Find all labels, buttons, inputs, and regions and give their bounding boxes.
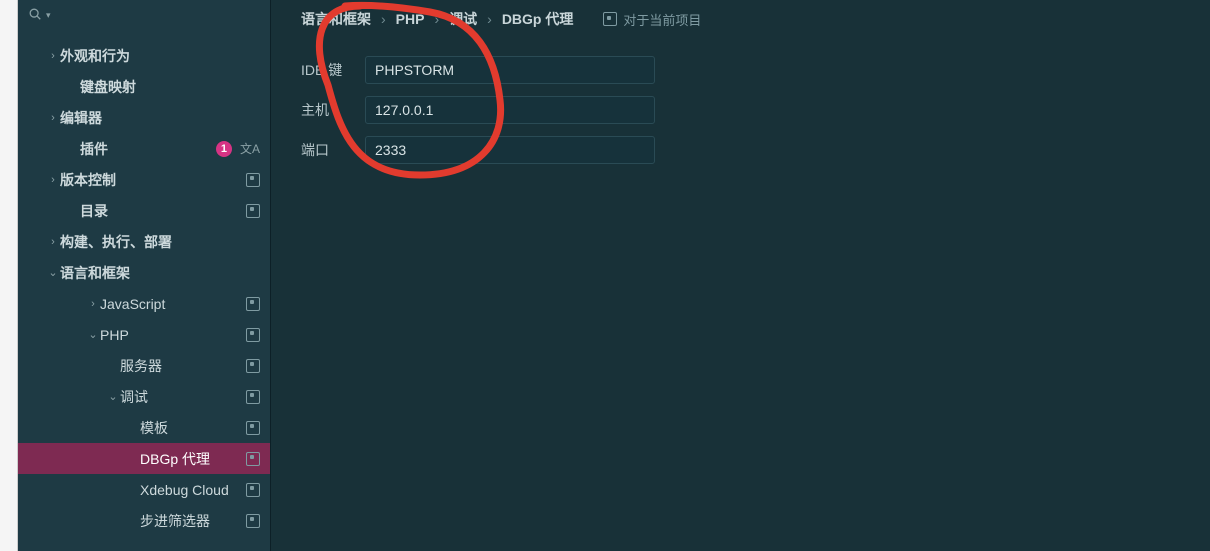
sidebar-item-label: 模板 — [140, 418, 246, 438]
project-scope-icon — [246, 514, 260, 528]
row-trailing-icons — [246, 421, 270, 435]
chevron-down-icon: ⌄ — [86, 328, 100, 341]
sidebar-item-label: 语言和框架 — [60, 263, 260, 283]
sidebar-item-label: 编辑器 — [60, 108, 260, 128]
row-trailing-icons — [246, 173, 270, 187]
chevron-down-icon: ⌄ — [106, 390, 120, 403]
sidebar-item[interactable]: ⌄语言和框架 — [18, 257, 270, 288]
sidebar-item[interactable]: ›编辑器 — [18, 102, 270, 133]
sidebar-item[interactable]: 插件1 文A — [18, 133, 270, 164]
row-trailing-icons — [246, 359, 270, 373]
dbgp-proxy-form: IDE 键 主机 端口 — [271, 38, 1210, 182]
row-trailing-icons — [246, 390, 270, 404]
sidebar-item[interactable]: 模板 — [18, 412, 270, 443]
sidebar-item-label: DBGp 代理 — [140, 449, 246, 469]
sidebar-item[interactable]: ›JavaScript — [18, 288, 270, 319]
sidebar-item-label: 版本控制 — [60, 170, 246, 190]
row-trailing-icons — [246, 328, 270, 342]
breadcrumb-crumb[interactable]: 调试 — [449, 9, 477, 29]
sidebar-item[interactable]: 目录 — [18, 195, 270, 226]
chevron-down-icon: ⌄ — [46, 266, 60, 279]
chevron-right-icon: › — [46, 174, 60, 186]
sidebar-item[interactable]: 服务器 — [18, 350, 270, 381]
row-trailing-icons: 1 文A — [216, 140, 270, 157]
sidebar-item-label: Xdebug Cloud — [140, 482, 246, 498]
sidebar-item-label: 构建、执行、部署 — [60, 232, 260, 252]
sidebar-item-label: JavaScript — [100, 296, 246, 312]
update-badge: 1 — [216, 141, 232, 157]
sidebar-item-label: 键盘映射 — [80, 77, 260, 97]
row-trailing-icons — [246, 204, 270, 218]
row-trailing-icons — [246, 483, 270, 497]
project-scope-icon — [603, 12, 617, 26]
project-scope-icon — [246, 173, 260, 187]
project-scope-icon — [246, 390, 260, 404]
scope-indicator: 对于当前项目 — [603, 10, 701, 29]
project-scope-icon — [246, 328, 260, 342]
sidebar-item[interactable]: ›构建、执行、部署 — [18, 226, 270, 257]
sidebar-item[interactable]: ⌄PHP — [18, 319, 270, 350]
sidebar-item[interactable]: Xdebug Cloud — [18, 474, 270, 505]
sidebar-item-label: 调试 — [120, 387, 246, 407]
host-label: 主机 — [301, 100, 365, 120]
sidebar-item[interactable]: 步进筛选器 — [18, 505, 270, 536]
row-trailing-icons — [246, 452, 270, 466]
chevron-right-icon: › — [86, 298, 100, 310]
sidebar-item-label: PHP — [100, 327, 246, 343]
sidebar-item-label: 目录 — [80, 201, 246, 221]
search-icon — [28, 7, 42, 24]
breadcrumb: 语言和框架 › PHP › 调试 › DBGp 代理 对于当前项目 — [271, 0, 1210, 38]
scope-label: 对于当前项目 — [623, 10, 701, 29]
project-scope-icon — [246, 297, 260, 311]
project-scope-icon — [246, 421, 260, 435]
row-trailing-icons — [246, 514, 270, 528]
project-scope-icon — [246, 204, 260, 218]
chevron-right-icon: › — [46, 50, 60, 62]
caret-down-icon: ▾ — [46, 10, 51, 21]
project-scope-icon — [246, 452, 260, 466]
row-trailing-icons — [246, 297, 270, 311]
chevron-right-icon: › — [434, 11, 439, 27]
host-input[interactable] — [365, 96, 655, 124]
sidebar-item[interactable]: 键盘映射 — [18, 71, 270, 102]
sidebar-item[interactable]: ⌄调试 — [18, 381, 270, 412]
port-label: 端口 — [301, 140, 365, 160]
port-input[interactable] — [365, 136, 655, 164]
project-scope-icon — [246, 483, 260, 497]
chevron-right-icon: › — [381, 11, 386, 27]
settings-tree: ›外观和行为键盘映射›编辑器插件1文A›版本控制目录›构建、执行、部署⌄语言和框… — [18, 30, 270, 551]
chevron-right-icon: › — [46, 236, 60, 248]
ide-key-input[interactable] — [365, 56, 655, 84]
sidebar-item-label: 服务器 — [120, 356, 246, 376]
editor-gutter — [0, 0, 18, 551]
breadcrumb-crumb[interactable]: DBGp 代理 — [502, 9, 574, 29]
sidebar-item-label: 插件 — [80, 139, 216, 159]
sidebar-item[interactable]: ›外观和行为 — [18, 40, 270, 71]
translate-icon: 文A — [240, 140, 260, 157]
sidebar-item[interactable]: ›版本控制 — [18, 164, 270, 195]
chevron-right-icon: › — [46, 112, 60, 124]
sidebar-item[interactable]: DBGp 代理 — [18, 443, 270, 474]
chevron-right-icon: › — [487, 11, 492, 27]
sidebar-search[interactable]: ▾ — [18, 0, 270, 30]
breadcrumb-crumb[interactable]: PHP — [396, 11, 425, 27]
sidebar-item-label: 步进筛选器 — [140, 511, 246, 531]
settings-main: 语言和框架 › PHP › 调试 › DBGp 代理 对于当前项目 IDE 键 … — [271, 0, 1210, 551]
sidebar-item-label: 外观和行为 — [60, 46, 260, 66]
breadcrumb-crumb[interactable]: 语言和框架 — [301, 9, 371, 29]
project-scope-icon — [246, 359, 260, 373]
ide-key-label: IDE 键 — [301, 60, 365, 80]
settings-sidebar: ▾ ›外观和行为键盘映射›编辑器插件1文A›版本控制目录›构建、执行、部署⌄语言… — [18, 0, 271, 551]
